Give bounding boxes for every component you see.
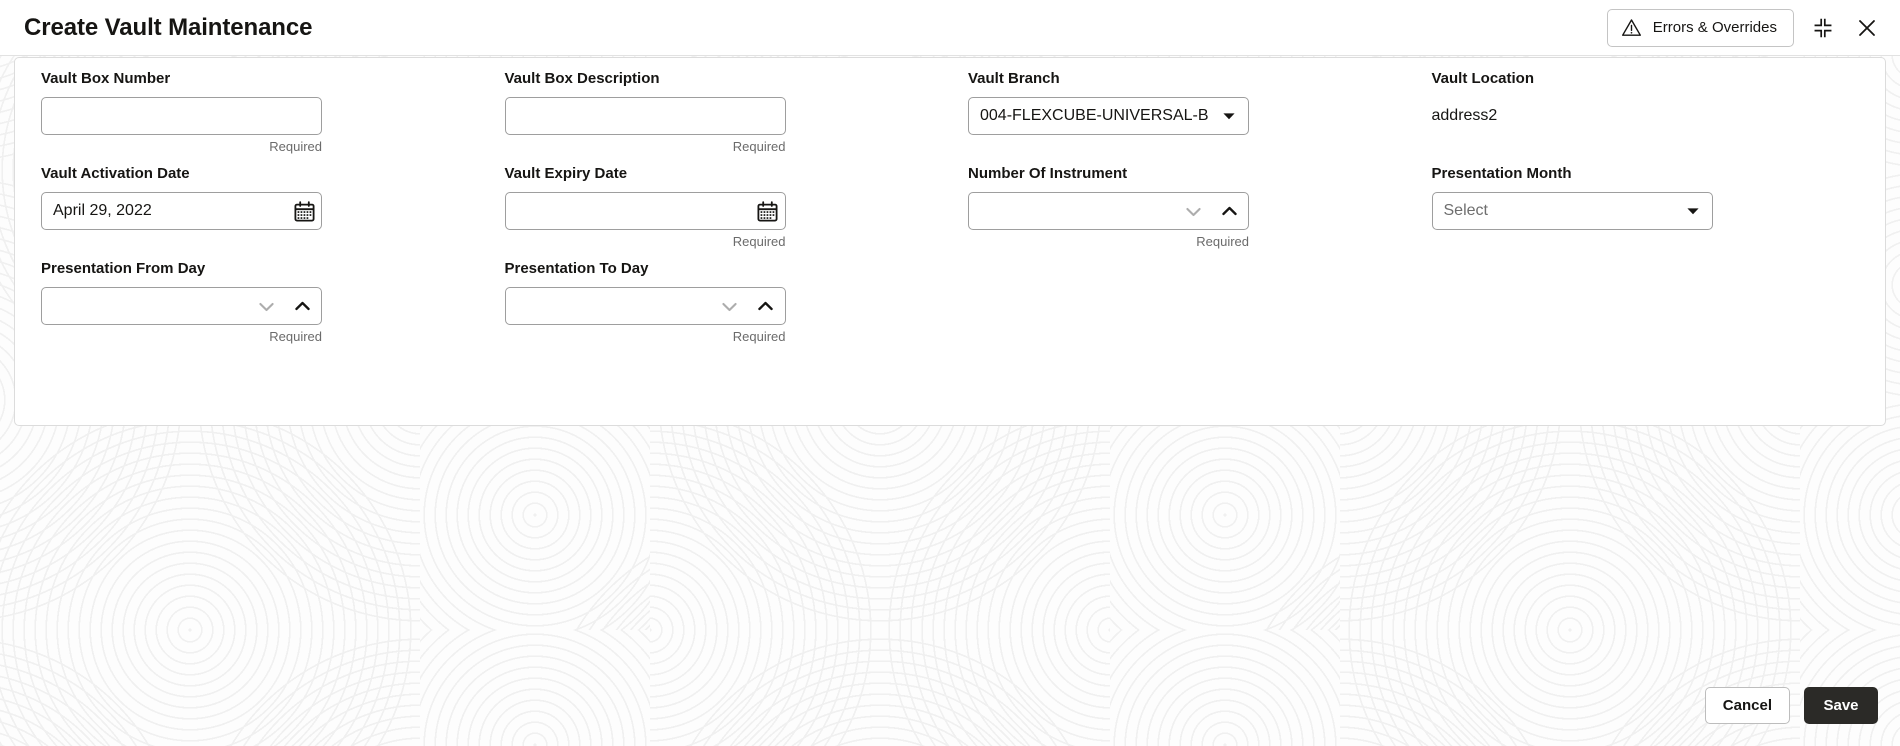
watermark-tile <box>650 630 880 746</box>
field-vault-activation-date: Vault Activation Date April 29, 2022 <box>23 165 487 260</box>
input-presentation-to-day[interactable] <box>504 287 786 325</box>
stepper-up-icon[interactable] <box>293 297 312 316</box>
input-number-of-instrument[interactable] <box>968 192 1249 230</box>
label-vault-expiry-date: Vault Expiry Date <box>504 165 628 182</box>
calendar-button-vault-activation-date[interactable] <box>287 193 321 229</box>
required-note-number-of-instrument: Required <box>1196 234 1249 249</box>
field-vault-box-number: Vault Box Number Required <box>23 70 487 165</box>
value-vault-activation-date: April 29, 2022 <box>53 202 152 219</box>
field-vault-branch: Vault Branch 004-FLEXCUBE-UNIVERSAL-B <box>950 70 1414 165</box>
save-button[interactable]: Save <box>1804 687 1878 724</box>
field-vault-box-description: Vault Box Description Required <box>487 70 951 165</box>
input-vault-activation-date[interactable]: April 29, 2022 <box>41 192 322 230</box>
watermark-tile <box>1110 630 1340 746</box>
field-vault-expiry-date: Vault Expiry Date Required <box>487 165 951 260</box>
watermark-tile <box>0 630 190 746</box>
label-vault-activation-date: Vault Activation Date <box>41 165 190 182</box>
value-vault-branch: 004-FLEXCUBE-UNIVERSAL-B <box>980 107 1209 124</box>
title-bar: Create Vault Maintenance Errors & Overri… <box>0 0 1900 56</box>
value-vault-location: address2 <box>1431 107 1498 124</box>
footer-actions: Cancel Save <box>1704 687 1878 724</box>
minimize-button[interactable] <box>1808 13 1838 43</box>
input-vault-box-number[interactable] <box>41 97 322 135</box>
label-vault-location: Vault Location <box>1431 70 1535 87</box>
form-grid: Vault Box Number Required Vault Box Descri… <box>15 58 1885 355</box>
required-note-vault-box-description: Required <box>732 139 786 154</box>
label-presentation-month: Presentation Month <box>1431 165 1572 182</box>
stepper-down-icon[interactable] <box>257 297 276 316</box>
label-vault-box-description: Vault Box Description <box>504 70 660 87</box>
watermark-tile <box>1570 400 1800 630</box>
value-presentation-month: Select <box>1443 202 1488 219</box>
page-title: Create Vault Maintenance <box>24 13 313 41</box>
input-vault-branch[interactable]: 004-FLEXCUBE-UNIVERSAL-B <box>968 97 1249 135</box>
watermark-tile <box>190 400 420 630</box>
dropdown-toggle-presentation-month[interactable] <box>1682 193 1712 229</box>
field-presentation-from-day: Presentation From Day Required <box>23 260 487 355</box>
watermark-tile <box>0 400 190 630</box>
required-note-vault-box-number: Required <box>269 139 322 154</box>
watermark-tile <box>880 400 1110 630</box>
form-card: Vault Box Number Required Vault Box Descri… <box>14 57 1886 426</box>
decrement-number-of-instrument[interactable] <box>1176 193 1210 229</box>
dropdown-toggle-vault-branch[interactable] <box>1218 98 1248 134</box>
field-presentation-month: Presentation Month Select <box>1414 165 1878 260</box>
chevron-down-icon[interactable] <box>1685 203 1701 219</box>
watermark-tile <box>420 630 650 746</box>
label-vault-box-number: Vault Box Number <box>41 70 171 87</box>
warning-triangle-icon <box>1621 18 1642 37</box>
watermark-tile <box>1340 400 1570 630</box>
close-icon <box>1856 17 1878 39</box>
stepper-up-icon[interactable] <box>756 297 775 316</box>
titlebar-actions: Errors & Overrides <box>1606 8 1882 47</box>
watermark-tile <box>650 400 880 630</box>
errors-and-overrides-label: Errors & Overrides <box>1652 19 1777 36</box>
close-button[interactable] <box>1852 13 1882 43</box>
label-presentation-from-day: Presentation From Day <box>41 260 206 277</box>
stepper-down-icon[interactable] <box>720 297 739 316</box>
increment-presentation-to-day[interactable] <box>747 288 785 324</box>
input-vault-expiry-date[interactable] <box>504 192 786 230</box>
input-presentation-from-day[interactable] <box>41 287 322 325</box>
minimize-icon <box>1812 17 1834 39</box>
watermark-tile <box>1110 400 1340 630</box>
decrement-presentation-from-day[interactable] <box>249 288 283 324</box>
required-note-vault-expiry-date: Required <box>732 234 786 249</box>
watermark-tile <box>190 630 420 746</box>
calendar-button-vault-expiry-date[interactable] <box>751 193 785 229</box>
watermark-tile <box>880 630 1110 746</box>
required-note-presentation-from-day: Required <box>269 329 322 344</box>
decrement-presentation-to-day[interactable] <box>713 288 747 324</box>
increment-presentation-from-day[interactable] <box>283 288 321 324</box>
field-vault-location: Vault Location address2 <box>1414 70 1878 165</box>
watermark-tile <box>1800 400 1900 630</box>
calendar-icon[interactable] <box>293 200 315 222</box>
field-presentation-to-day: Presentation To Day Required <box>487 260 951 355</box>
label-presentation-to-day: Presentation To Day <box>504 260 649 277</box>
label-number-of-instrument: Number Of Instrument <box>968 165 1128 182</box>
required-note-presentation-to-day: Required <box>732 329 786 344</box>
input-vault-box-description[interactable] <box>504 97 786 135</box>
errors-and-overrides-button[interactable]: Errors & Overrides <box>1606 8 1794 47</box>
increment-number-of-instrument[interactable] <box>1210 193 1248 229</box>
watermark-tile <box>1340 630 1570 746</box>
watermark-tile <box>420 400 650 630</box>
label-vault-branch: Vault Branch <box>968 70 1060 87</box>
chevron-down-icon[interactable] <box>1221 108 1237 124</box>
cancel-button[interactable]: Cancel <box>1704 687 1790 724</box>
calendar-icon[interactable] <box>757 200 778 222</box>
input-presentation-month[interactable]: Select <box>1431 192 1713 230</box>
stepper-down-icon[interactable] <box>1184 202 1203 221</box>
stepper-up-icon[interactable] <box>1220 202 1239 221</box>
create-vault-maintenance-screen: Create Vault Maintenance Errors & Overri… <box>0 0 1900 746</box>
field-number-of-instrument: Number Of Instrument Required <box>950 165 1414 260</box>
